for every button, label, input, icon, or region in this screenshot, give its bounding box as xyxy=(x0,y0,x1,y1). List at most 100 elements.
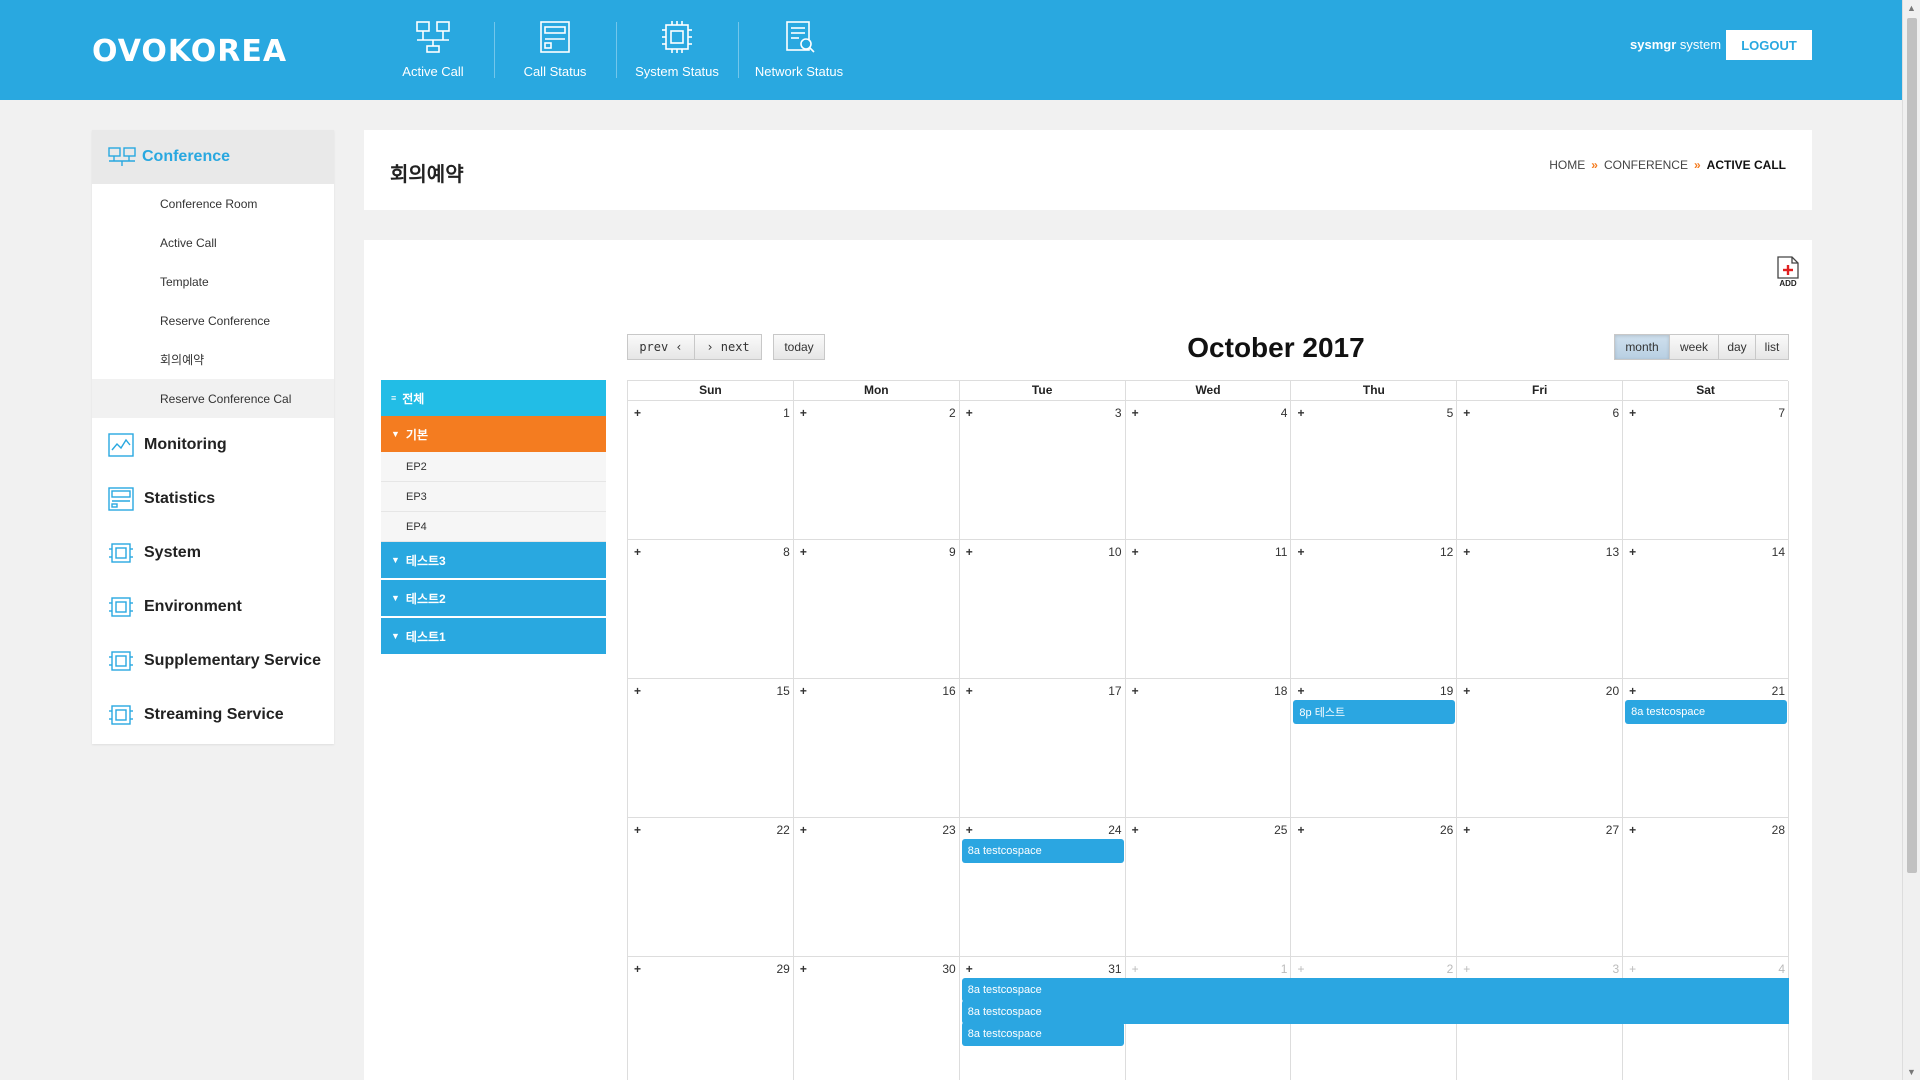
sidebar-group-monitoring[interactable]: Monitoring xyxy=(92,418,334,472)
add-event-plus-icon[interactable]: + xyxy=(1629,962,1636,976)
calendar-day-cell[interactable]: +13 xyxy=(1457,540,1624,678)
sidebar-item-conference-reservation[interactable]: 회의예약 xyxy=(92,340,334,379)
calendar-day-cell[interactable]: +20 xyxy=(1457,679,1624,817)
add-event-plus-icon[interactable]: + xyxy=(966,962,973,976)
calendar-day-cell[interactable]: +23 xyxy=(794,818,960,956)
add-event-plus-icon[interactable]: + xyxy=(1463,962,1470,976)
tree-leaf-ep2[interactable]: EP2 xyxy=(381,452,606,482)
view-month-button[interactable]: month xyxy=(1614,334,1670,360)
tree-leaf-ep4[interactable]: EP4 xyxy=(381,512,606,542)
sidebar-group-environment[interactable]: Environment xyxy=(92,580,334,634)
add-event-plus-icon[interactable]: + xyxy=(966,406,973,420)
calendar-day-cell[interactable]: +1 xyxy=(628,401,794,539)
calendar-day-cell[interactable]: +2 xyxy=(794,401,960,539)
brand-logo[interactable]: OVOKOREA xyxy=(92,34,287,69)
calendar-event[interactable]: 8a testcospace xyxy=(961,1022,1124,1046)
view-week-button[interactable]: week xyxy=(1669,334,1719,360)
calendar-day-cell[interactable]: +9 xyxy=(794,540,960,678)
tree-group-test3[interactable]: ▼ 테스트3 xyxy=(381,542,606,578)
view-day-button[interactable]: day xyxy=(1718,334,1756,360)
calendar-day-cell[interactable]: +18 xyxy=(1126,679,1292,817)
calendar-day-cell[interactable]: +6 xyxy=(1457,401,1624,539)
tree-group-test1[interactable]: ▼ 테스트1 xyxy=(381,618,606,654)
calendar-day-cell[interactable]: +3 xyxy=(960,401,1126,539)
page-scrollbar[interactable]: ▲ ▼ xyxy=(1902,0,1920,1080)
calendar-event[interactable]: 8a testcospace xyxy=(961,1000,1789,1024)
add-event-plus-icon[interactable]: + xyxy=(1297,406,1304,420)
add-event-plus-icon[interactable]: + xyxy=(634,545,641,559)
calendar-event[interactable]: 8p 테스트 xyxy=(1293,700,1456,724)
calendar-event[interactable]: 8a testcospace xyxy=(961,839,1124,863)
logout-button[interactable]: LOGOUT xyxy=(1726,30,1812,60)
calendar-day-cell[interactable]: +11 xyxy=(1126,540,1292,678)
calendar-day-cell[interactable]: +22 xyxy=(628,818,794,956)
topnav-call-status[interactable]: Call Status xyxy=(494,0,616,100)
add-event-plus-icon[interactable]: + xyxy=(634,962,641,976)
scroll-up-icon[interactable]: ▲ xyxy=(1903,0,1920,16)
topnav-network-status[interactable]: Network Status xyxy=(738,0,860,100)
calendar-day-cell[interactable]: +26 xyxy=(1291,818,1458,956)
add-button[interactable]: ADD xyxy=(1774,256,1802,288)
sidebar-group-streaming-service[interactable]: Streaming Service xyxy=(92,688,334,742)
add-event-plus-icon[interactable]: + xyxy=(966,684,973,698)
sidebar-conference-header[interactable]: Conference xyxy=(92,130,334,184)
add-event-plus-icon[interactable]: + xyxy=(1297,962,1304,976)
add-event-plus-icon[interactable]: + xyxy=(1132,545,1139,559)
add-event-plus-icon[interactable]: + xyxy=(1629,823,1636,837)
calendar-day-cell[interactable]: +14 xyxy=(1623,540,1790,678)
calendar-day-cell[interactable]: +29 xyxy=(628,957,794,1080)
sidebar-group-system[interactable]: System xyxy=(92,526,334,580)
add-event-plus-icon[interactable]: + xyxy=(800,823,807,837)
add-event-plus-icon[interactable]: + xyxy=(1629,684,1636,698)
scroll-down-icon[interactable]: ▼ xyxy=(1903,1064,1920,1080)
calendar-today-button[interactable]: today xyxy=(773,334,825,360)
add-event-plus-icon[interactable]: + xyxy=(1297,684,1304,698)
sidebar-item-reserve-conference-cal[interactable]: Reserve Conference Cal xyxy=(92,379,334,418)
add-event-plus-icon[interactable]: + xyxy=(1297,823,1304,837)
tree-group-default[interactable]: ▼ 기본 xyxy=(381,416,606,452)
calendar-day-cell[interactable]: +15 xyxy=(628,679,794,817)
calendar-day-cell[interactable]: +30 xyxy=(794,957,960,1080)
tree-group-test2[interactable]: ▼ 테스트2 xyxy=(381,580,606,616)
calendar-day-cell[interactable]: +5 xyxy=(1291,401,1458,539)
sidebar-item-conference-room[interactable]: Conference Room xyxy=(92,184,334,223)
tree-leaf-ep3[interactable]: EP3 xyxy=(381,482,606,512)
add-event-plus-icon[interactable]: + xyxy=(1463,684,1470,698)
add-event-plus-icon[interactable]: + xyxy=(1463,823,1470,837)
topnav-active-call[interactable]: Active Call xyxy=(372,0,494,100)
sidebar-group-supplementary-service[interactable]: Supplementary Service xyxy=(92,634,334,688)
add-event-plus-icon[interactable]: + xyxy=(1629,545,1636,559)
tree-item-all[interactable]: ≡ 전체 xyxy=(381,380,606,416)
add-event-plus-icon[interactable]: + xyxy=(966,823,973,837)
sidebar-item-template[interactable]: Template xyxy=(92,262,334,301)
add-event-plus-icon[interactable]: + xyxy=(800,545,807,559)
calendar-day-cell[interactable]: +17 xyxy=(960,679,1126,817)
add-event-plus-icon[interactable]: + xyxy=(1132,823,1139,837)
add-event-plus-icon[interactable]: + xyxy=(634,406,641,420)
calendar-day-cell[interactable]: +7 xyxy=(1623,401,1790,539)
calendar-day-cell[interactable]: +28 xyxy=(1623,818,1790,956)
sidebar-item-reserve-conference[interactable]: Reserve Conference xyxy=(92,301,334,340)
calendar-day-cell[interactable]: +12 xyxy=(1291,540,1458,678)
add-event-plus-icon[interactable]: + xyxy=(1463,545,1470,559)
add-event-plus-icon[interactable]: + xyxy=(1132,406,1139,420)
scrollbar-thumb[interactable] xyxy=(1907,18,1917,873)
calendar-day-cell[interactable]: +4 xyxy=(1126,401,1292,539)
breadcrumb-home[interactable]: HOME xyxy=(1549,158,1585,172)
calendar-prev-button[interactable]: prev ‹ xyxy=(627,334,695,360)
calendar-event[interactable]: 8a testcospace xyxy=(1625,700,1787,724)
calendar-day-cell[interactable]: +10 xyxy=(960,540,1126,678)
calendar-day-cell[interactable]: +27 xyxy=(1457,818,1624,956)
add-event-plus-icon[interactable]: + xyxy=(1463,406,1470,420)
add-event-plus-icon[interactable]: + xyxy=(634,684,641,698)
calendar-day-cell[interactable]: +16 xyxy=(794,679,960,817)
add-event-plus-icon[interactable]: + xyxy=(1297,545,1304,559)
add-event-plus-icon[interactable]: + xyxy=(800,684,807,698)
add-event-plus-icon[interactable]: + xyxy=(800,962,807,976)
add-event-plus-icon[interactable]: + xyxy=(1132,962,1139,976)
calendar-day-cell[interactable]: +25 xyxy=(1126,818,1292,956)
add-event-plus-icon[interactable]: + xyxy=(634,823,641,837)
add-event-plus-icon[interactable]: + xyxy=(966,545,973,559)
calendar-event[interactable]: 8a testcospace xyxy=(961,978,1789,1002)
calendar-day-cell[interactable]: +8 xyxy=(628,540,794,678)
